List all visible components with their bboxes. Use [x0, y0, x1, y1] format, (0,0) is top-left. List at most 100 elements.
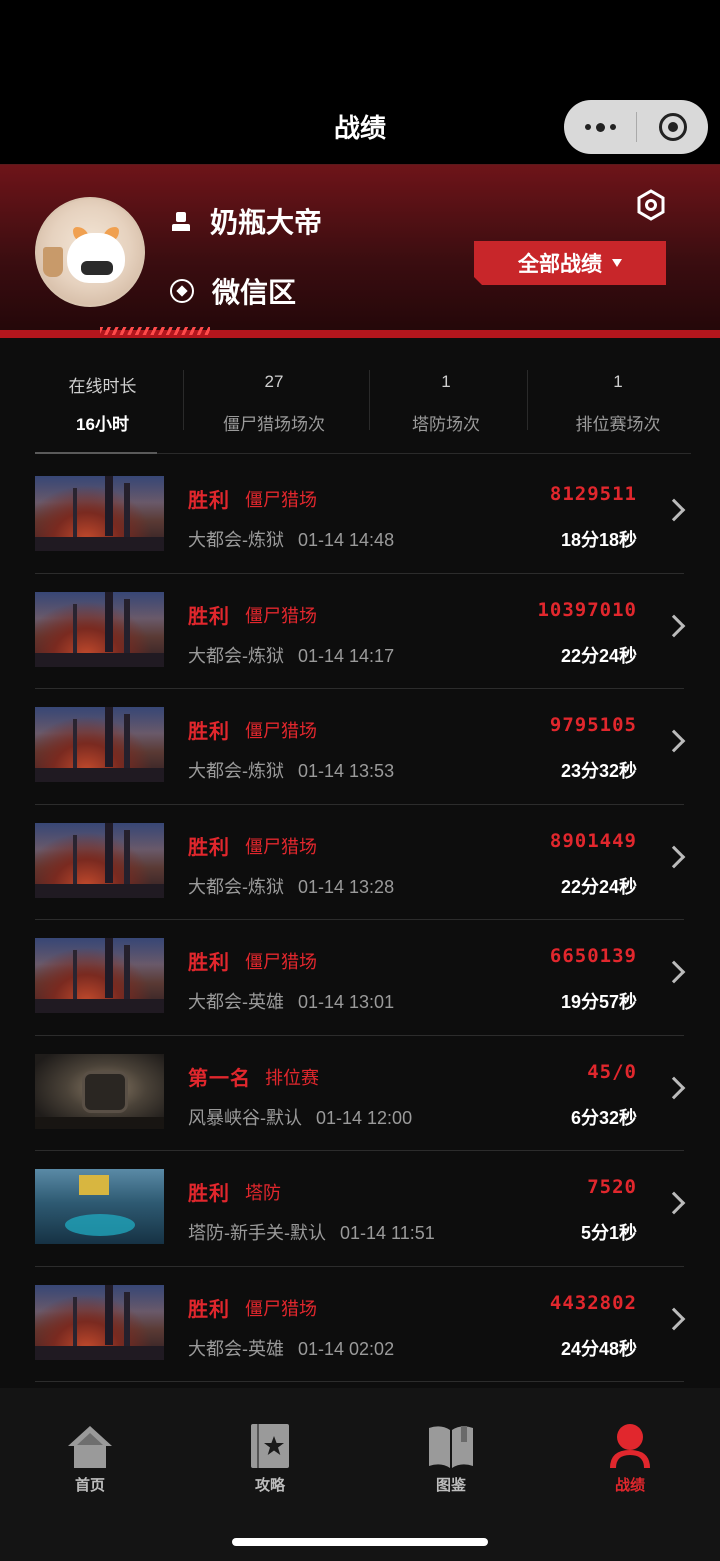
- match-row[interactable]: 胜利 僵尸猎场 大都会-炼狱 01-14 13:28 8901449 22分24秒: [0, 805, 720, 920]
- hexagon-settings-icon[interactable]: [636, 189, 666, 221]
- stats-summary: 在线时长 16小时 27 僵尸猎场场次 1 塔防场次 1 排位赛场次: [0, 338, 720, 458]
- map-thumbnail: [35, 1284, 164, 1360]
- match-duration: 18分18秒: [560, 530, 637, 550]
- home-indicator: [232, 1538, 488, 1546]
- header-hatch-decoration: [100, 327, 210, 335]
- chevron-right-icon: [662, 1307, 686, 1330]
- match-row[interactable]: 第一名 排位赛 风暴峡谷-默认 01-14 12:00 45/0 6分32秒: [0, 1036, 720, 1151]
- match-duration: 5分1秒: [580, 1223, 637, 1243]
- chevron-right-icon: [662, 614, 686, 637]
- tab-label: 首页: [74, 1477, 105, 1494]
- map-thumbnail: [35, 1169, 164, 1244]
- match-map: 风暴峡谷-默认: [188, 1107, 302, 1128]
- mini-program-capsule: [564, 100, 708, 154]
- match-map-time: 风暴峡谷-默认 01-14 12:00: [188, 1104, 412, 1130]
- stat-divider: [369, 370, 370, 430]
- match-mode: 塔防: [245, 1183, 281, 1203]
- match-result: 胜利: [188, 1183, 230, 1205]
- chevron-right-icon: [662, 1076, 686, 1099]
- match-map: 大都会-炼狱: [188, 530, 284, 550]
- match-row[interactable]: 胜利 僵尸猎场 大都会-英雄 01-14 02:02 4432802 24分48秒: [0, 1267, 720, 1382]
- match-duration: 24分48秒: [560, 1338, 637, 1359]
- mini-program-close-icon: [658, 113, 687, 141]
- match-duration: 6分32秒: [570, 1107, 637, 1128]
- stat-ranked[interactable]: 1 排位赛场次: [540, 372, 696, 435]
- stat-value: 27: [264, 372, 284, 391]
- match-row[interactable]: 胜利 僵尸猎场 大都会-炼狱 01-14 14:17 10397010 22分24…: [0, 574, 720, 689]
- stats-active-indicator: [35, 452, 157, 454]
- stat-label: 在线时长: [68, 377, 137, 396]
- stat-label: 排位赛场次: [575, 415, 661, 434]
- match-time: 01-14 13:01: [298, 992, 395, 1012]
- match-score: 8129511: [549, 483, 637, 505]
- match-time: 01-14 13:53: [298, 761, 395, 781]
- top-navbar: 战绩: [0, 0, 720, 164]
- match-result: 胜利: [188, 836, 230, 859]
- stat-label: 塔防场次: [412, 415, 480, 434]
- match-map-time: 塔防-新手关-默认 01-14 11:51: [188, 1219, 435, 1245]
- avatar: [35, 197, 145, 307]
- match-mode: 僵尸猎场: [245, 836, 317, 857]
- stat-value: 1: [441, 372, 451, 391]
- bottom-tab-bar: 首页 攻略 图鉴 战绩: [0, 1388, 720, 1561]
- match-row[interactable]: 胜利 僵尸猎场 大都会-炼狱 01-14 14:48 8129511 18分18秒: [0, 458, 720, 574]
- match-duration: 22分24秒: [560, 645, 637, 666]
- match-map-time: 大都会-炼狱 01-14 13:28: [188, 873, 394, 899]
- all-records-filter-button[interactable]: 全部战绩: [474, 241, 666, 285]
- match-time: 01-14 02:02: [298, 1338, 395, 1359]
- match-result: 胜利: [188, 605, 230, 628]
- map-thumbnail: [35, 938, 164, 1013]
- match-map-time: 大都会-英雄 01-14 02:02: [188, 1335, 394, 1361]
- stat-divider: [183, 370, 184, 430]
- row-divider: [35, 1381, 684, 1382]
- stat-tower-defense[interactable]: 1 塔防场次: [376, 372, 516, 435]
- match-row[interactable]: 胜利 塔防 塔防-新手关-默认 01-14 11:51 7520 5分1秒: [0, 1151, 720, 1267]
- match-score: 7520: [587, 1176, 637, 1198]
- stat-value: 1: [613, 372, 623, 391]
- tab-label: 战绩: [614, 1477, 645, 1494]
- match-map-time: 大都会-炼狱 01-14 14:17: [188, 642, 394, 668]
- match-map-time: 大都会-炼狱 01-14 14:48: [188, 526, 394, 552]
- match-mode: 僵尸猎场: [245, 721, 317, 741]
- profile-header: 奶瓶大帝 微信区 全部战绩: [0, 164, 720, 338]
- tab-home[interactable]: 首页: [40, 1424, 140, 1495]
- tab-encyclopedia[interactable]: 图鉴: [401, 1424, 501, 1495]
- match-mode: 僵尸猎场: [245, 952, 317, 972]
- match-score: 4432802: [549, 1291, 637, 1314]
- home-icon: [68, 1426, 112, 1468]
- match-map: 大都会-英雄: [188, 1338, 284, 1359]
- chevron-right-icon: [662, 498, 686, 522]
- match-time: 01-14 13:28: [298, 876, 395, 897]
- tab-records[interactable]: 战绩: [580, 1424, 680, 1495]
- stat-label: 僵尸猎场场次: [223, 415, 325, 434]
- tab-label: 攻略: [254, 1477, 285, 1494]
- map-thumbnail: [35, 707, 164, 782]
- match-result: 胜利: [188, 1298, 230, 1321]
- match-time: 01-14 14:48: [298, 530, 395, 550]
- map-thumbnail: [35, 822, 164, 898]
- match-duration: 19分57秒: [560, 992, 637, 1012]
- match-result: 第一名: [188, 1067, 251, 1090]
- match-map: 大都会-炼狱: [188, 876, 284, 897]
- profile-person-icon: [610, 1424, 650, 1468]
- guide-book-star-icon: [251, 1424, 289, 1468]
- player-name-row: 奶瓶大帝: [170, 201, 322, 241]
- match-list: 胜利 僵尸猎场 大都会-炼狱 01-14 14:48 8129511 18分18秒…: [0, 458, 720, 1388]
- match-score: 6650139: [549, 945, 637, 967]
- map-thumbnail: [35, 476, 164, 551]
- match-row[interactable]: 胜利 僵尸猎场 大都会-炼狱 01-14 13:53 9795105 23分32秒: [0, 689, 720, 805]
- tab-guide[interactable]: 攻略: [220, 1424, 320, 1495]
- target-icon: [170, 279, 194, 303]
- stat-zombie-hunt[interactable]: 27 僵尸猎场场次: [190, 372, 358, 435]
- mini-program-close-button[interactable]: [637, 113, 708, 141]
- map-thumbnail: [35, 1053, 164, 1129]
- more-dots-icon[interactable]: [564, 122, 636, 132]
- chevron-right-icon: [662, 960, 686, 984]
- match-time: 01-14 14:17: [298, 645, 395, 666]
- match-row[interactable]: 胜利 僵尸猎场 大都会-英雄 01-14 13:01 6650139 19分57秒: [0, 920, 720, 1036]
- stat-value: 16小时: [76, 415, 129, 434]
- match-mode: 僵尸猎场: [245, 1298, 317, 1319]
- chevron-right-icon: [662, 845, 686, 868]
- stat-online-time[interactable]: 在线时长 16小时: [35, 372, 170, 435]
- user-icon: [170, 210, 192, 232]
